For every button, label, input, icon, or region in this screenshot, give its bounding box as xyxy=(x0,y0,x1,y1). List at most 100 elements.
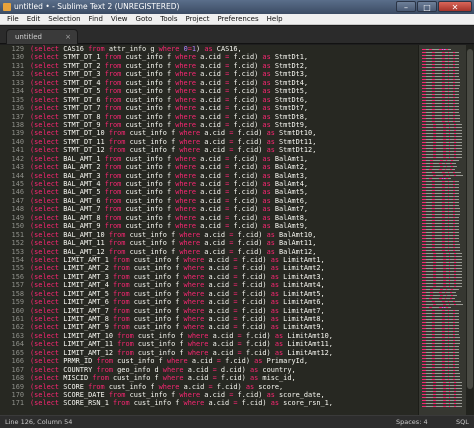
indentation-setting[interactable]: Spaces: 4 xyxy=(396,416,428,428)
code-line[interactable]: (select BAL_AMT_1 from cust_info f where… xyxy=(30,155,418,163)
sql-identifier: BalAmt3, xyxy=(274,171,309,180)
menu-goto[interactable]: Goto xyxy=(132,14,157,24)
minimap-token xyxy=(432,49,439,50)
sql-keyword: where xyxy=(179,230,205,239)
code-line[interactable]: (select LIMIT_AMT_8 from cust_info f whe… xyxy=(30,315,418,323)
minimap-token xyxy=(456,385,462,386)
menu-preferences[interactable]: Preferences xyxy=(213,14,262,24)
code-line[interactable]: (select STMT_DT_8 from cust_info f where… xyxy=(30,113,418,121)
sql-identifier: LIMIT_AMT_4 xyxy=(63,281,113,290)
minimap-token xyxy=(426,277,433,278)
code-line[interactable]: (select BAL_AMT_5 from cust_info f where… xyxy=(30,188,418,196)
code-line[interactable]: (select BAL_AMT_3 from cust_info f where… xyxy=(30,172,418,180)
sql-keyword: from xyxy=(104,95,126,104)
code-line[interactable]: (select BAL_AMT_12 from cust_info f wher… xyxy=(30,248,418,256)
code-line[interactable]: (select STMT_DT_1 from cust_info f where… xyxy=(30,53,418,61)
code-line[interactable]: (select LIMIT_AMT_5 from cust_info f whe… xyxy=(30,290,418,298)
sql-identifier: a.cid xyxy=(200,70,226,79)
code-line[interactable]: (select LIMIT_AMT_9 from cust_info f whe… xyxy=(30,323,418,331)
code-line[interactable]: (select BAL_AMT_6 from cust_info f where… xyxy=(30,197,418,205)
code-line[interactable]: (select LIMIT_AMT_2 from cust_info f whe… xyxy=(30,264,418,272)
code-line[interactable]: (select STMT_DT_6 from cust_info f where… xyxy=(30,96,418,104)
minimap-token xyxy=(435,196,442,197)
code-line[interactable]: (select PRMR_ID from cust_info f where a… xyxy=(30,357,418,365)
code-line[interactable]: (select STMT_DT_3 from cust_info f where… xyxy=(30,70,418,78)
code-line[interactable]: (select MISCID from cust_info f where a.… xyxy=(30,374,418,382)
code-line[interactable]: (select CAS16 from attr_info g where 0=1… xyxy=(30,45,418,53)
minimap-token xyxy=(456,274,462,275)
code-line[interactable]: (select BAL_AMT_8 from cust_info f where… xyxy=(30,214,418,222)
sql-identifier: BalAmt1, xyxy=(274,154,309,163)
minimap-token xyxy=(436,142,443,143)
minimize-button[interactable]: – xyxy=(396,1,416,12)
menu-edit[interactable]: Edit xyxy=(23,14,45,24)
sql-identifier: cust_info f xyxy=(125,112,176,121)
sql-keyword: where xyxy=(183,323,209,332)
code-line[interactable]: (select STMT_DT_10 from cust_info f wher… xyxy=(30,129,418,137)
code-line[interactable]: (select BAL_AMT_4 from cust_info f where… xyxy=(30,180,418,188)
menu-find[interactable]: Find xyxy=(85,14,107,24)
minimap[interactable] xyxy=(418,45,466,415)
sql-keyword: (select xyxy=(30,365,64,374)
sql-identifier: StmtDt6, xyxy=(274,95,309,104)
code-line[interactable]: (select STMT_DT_4 from cust_info f where… xyxy=(30,79,418,87)
minimap-token xyxy=(426,253,433,254)
minimap-token xyxy=(455,79,460,80)
code-line[interactable]: (select LIMIT_AMT_4 from cust_info f whe… xyxy=(30,281,418,289)
code-line[interactable]: (select LIMIT_AMT_12 from cust_info f wh… xyxy=(30,349,418,357)
code-line[interactable]: (select BAL_AMT_7 from cust_info f where… xyxy=(30,205,418,213)
sql-keyword: as xyxy=(262,205,275,214)
code-area[interactable]: (select CAS16 from attr_info g where 0=1… xyxy=(30,45,418,415)
menu-file[interactable]: File xyxy=(3,14,23,24)
code-line[interactable]: (select SCORE from cust_info f where a.c… xyxy=(30,383,418,391)
editor-pane[interactable]: 129 130 131 132 133 134 135 136 137 138 139 140 141 1… xyxy=(0,45,418,415)
code-line[interactable]: (select LIMIT_AMT_10 from cust_info f wh… xyxy=(30,332,418,340)
menu-selection[interactable]: Selection xyxy=(44,14,84,24)
code-line[interactable]: (select LIMIT_AMT_6 from cust_info f whe… xyxy=(30,298,418,306)
code-line[interactable]: (select STMT_DT_9 from cust_info f where… xyxy=(30,121,418,129)
sql-identifier: f.cid) xyxy=(233,53,263,62)
menu-help[interactable]: Help xyxy=(263,14,287,24)
minimap-token xyxy=(435,55,442,56)
close-button[interactable]: ✕ xyxy=(438,1,472,12)
sql-keyword: (select xyxy=(30,78,64,87)
code-line[interactable]: (select SCORE_DATE from cust_info f wher… xyxy=(30,391,418,399)
code-line[interactable]: (select BAL_AMT_11 from cust_info f wher… xyxy=(30,239,418,247)
code-line[interactable]: (select BAL_AMT_2 from cust_info f where… xyxy=(30,163,418,171)
sql-keyword: (select xyxy=(30,53,64,62)
tab-close-icon[interactable]: × xyxy=(65,30,71,44)
menu-tools[interactable]: Tools xyxy=(156,14,181,24)
code-line[interactable]: (select BAL_AMT_10 from cust_info f wher… xyxy=(30,231,418,239)
code-line[interactable]: (select STMT_DT_7 from cust_info f where… xyxy=(30,104,418,112)
minimap-token xyxy=(456,382,462,383)
menu-project[interactable]: Project xyxy=(182,14,214,24)
sql-keyword: from xyxy=(108,230,130,239)
minimap-token xyxy=(435,244,442,245)
minimap-token xyxy=(426,385,433,386)
code-line[interactable]: (select STMT_DT_11 from cust_info f wher… xyxy=(30,138,418,146)
code-line[interactable]: (select LIMIT_AMT_1 from cust_info f whe… xyxy=(30,256,418,264)
code-line[interactable]: (select COUNTRY from geo_info d where a.… xyxy=(30,366,418,374)
minimap-token xyxy=(452,292,456,293)
sql-keyword: where xyxy=(162,365,188,374)
syntax-mode[interactable]: SQL xyxy=(456,416,469,428)
sql-identifier: a.cid xyxy=(187,374,213,383)
code-line[interactable]: (select BAL_AMT_9 from cust_info f where… xyxy=(30,222,418,230)
code-line[interactable]: (select SCORE_RSN_1 from cust_info f whe… xyxy=(30,399,418,407)
tab-untitled[interactable]: untitled × xyxy=(6,29,78,44)
minimap-token xyxy=(435,379,442,380)
minimap-token xyxy=(455,211,460,212)
code-line[interactable]: (select STMT_DT_5 from cust_info f where… xyxy=(30,87,418,95)
code-line[interactable]: (select LIMIT_AMT_3 from cust_info f whe… xyxy=(30,273,418,281)
code-line[interactable]: (select STMT_DT_2 from cust_info f where… xyxy=(30,62,418,70)
scrollbar-thumb[interactable] xyxy=(467,49,473,389)
vertical-scrollbar[interactable] xyxy=(466,45,474,415)
code-line[interactable]: (select LIMIT_AMT_7 from cust_info f whe… xyxy=(30,307,418,315)
code-line[interactable]: (select LIMIT_AMT_11 from cust_info f wh… xyxy=(30,340,418,348)
minimap-token xyxy=(456,133,462,134)
menu-view[interactable]: View xyxy=(107,14,132,24)
code-line[interactable]: (select STMT_DT_12 from cust_info f wher… xyxy=(30,146,418,154)
line-number: 153 xyxy=(11,247,24,256)
maximize-button[interactable]: □ xyxy=(417,1,437,12)
sql-identifier: a.cid xyxy=(187,365,213,374)
